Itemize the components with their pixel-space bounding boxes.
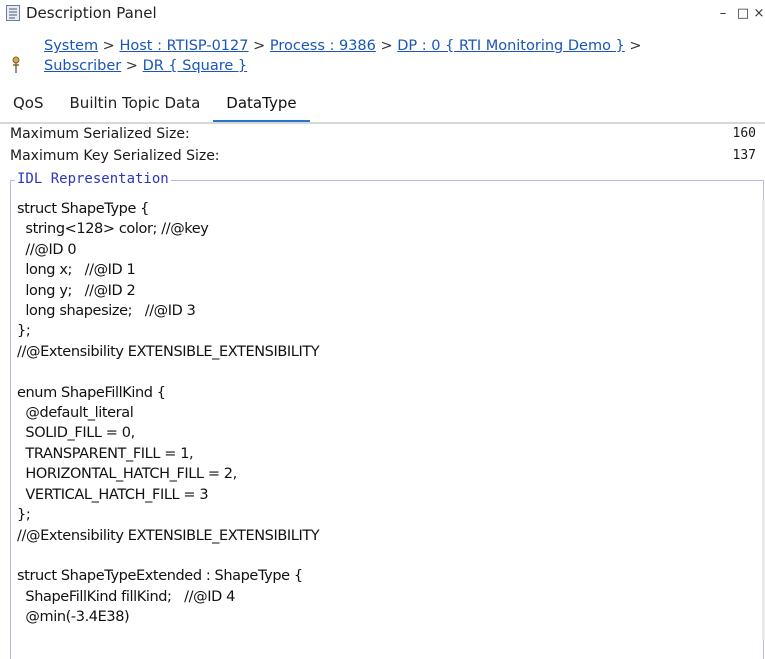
document-icon <box>6 5 20 21</box>
breadcrumb: System > Host : RTISP-0127 > Process : 9… <box>0 36 765 82</box>
close-icon[interactable]: × <box>753 6 765 21</box>
max-key-serialized-size-label: Maximum Key Serialized Size: <box>10 148 220 164</box>
max-serialized-size-row: Maximum Serialized Size: 160 <box>10 126 758 146</box>
breadcrumb-separator: > <box>375 38 398 54</box>
maximize-icon[interactable]: □ <box>733 6 753 21</box>
max-serialized-size-label: Maximum Serialized Size: <box>10 126 190 142</box>
idl-representation-box: IDL Representation struct ShapeType { st… <box>10 171 764 659</box>
title-bar: Description Panel – □ × <box>0 0 765 26</box>
tab-builtin-topic-data[interactable]: Builtin Topic Data <box>57 94 214 122</box>
breadcrumb-separator: > <box>248 38 270 54</box>
breadcrumb-separator: > <box>98 38 120 54</box>
pin-icon <box>12 56 20 73</box>
minimize-icon[interactable]: – <box>713 6 733 21</box>
breadcrumb-link-domain-participant[interactable]: DP : 0 { RTI Monitoring Demo } <box>397 38 625 54</box>
breadcrumb-link-process[interactable]: Process : 9386 <box>270 38 376 54</box>
idl-code-text[interactable]: struct ShapeType { string<128> color; //… <box>17 199 763 628</box>
window-title: Description Panel <box>26 4 157 22</box>
tab-datatype[interactable]: DataType <box>213 94 310 123</box>
tab-qos[interactable]: QoS <box>0 94 57 122</box>
breadcrumb-separator: > <box>624 38 642 54</box>
max-serialized-size-value: 160 <box>732 126 756 141</box>
breadcrumb-link-datareader[interactable]: DR { Square } <box>143 58 248 74</box>
datatype-panel: Maximum Serialized Size: 160 Maximum Key… <box>0 124 765 659</box>
max-key-serialized-size-row: Maximum Key Serialized Size: 137 <box>10 148 758 168</box>
breadcrumb-separator: > <box>121 58 143 74</box>
breadcrumb-path: System > Host : RTISP-0127 > Process : 9… <box>44 36 764 76</box>
tab-bar: QoS Builtin Topic Data DataType <box>0 86 765 123</box>
idl-legend: IDL Representation <box>15 171 171 187</box>
max-key-serialized-size-value: 137 <box>732 148 756 163</box>
breadcrumb-link-host[interactable]: Host : RTISP-0127 <box>119 38 248 54</box>
breadcrumb-link-subscriber[interactable]: Subscriber <box>44 58 121 74</box>
breadcrumb-link-system[interactable]: System <box>44 38 98 54</box>
